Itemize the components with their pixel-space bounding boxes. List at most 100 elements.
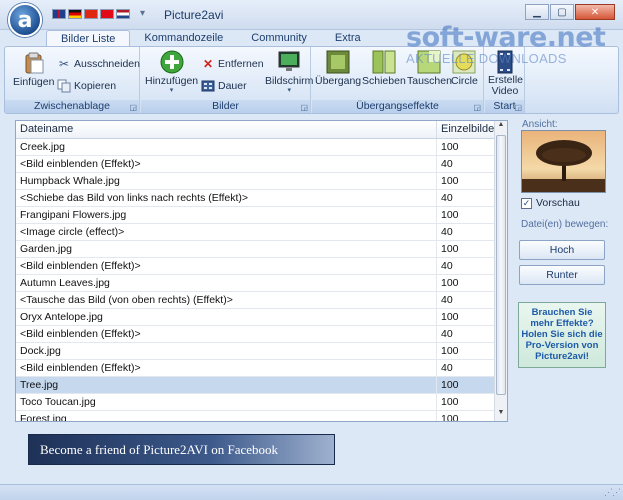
duration-button[interactable]: Dauer	[201, 79, 247, 93]
maximize-button[interactable]: ▢	[550, 4, 574, 20]
frames-cell: 100	[437, 377, 495, 393]
filename-cell: Tree.jpg	[16, 377, 437, 393]
watermark-tagline: AKTUELLE DOWNLOADS	[406, 51, 567, 66]
scrollbar-thumb[interactable]	[496, 135, 506, 395]
tab-extra[interactable]: Extra	[321, 30, 375, 46]
filename-cell: <Bild einblenden (Effekt)>	[16, 156, 437, 172]
transitions-group-label: Übergangseffekte	[312, 100, 483, 113]
table-row[interactable]: <Image circle (effect)> 40	[16, 224, 507, 241]
frames-cell: 40	[437, 224, 495, 240]
add-dropdown-icon: ▾	[169, 87, 174, 94]
column-frames[interactable]: Einzelbilder	[437, 121, 498, 138]
frames-cell: 100	[437, 241, 495, 257]
filename-cell: Forest.jpg	[16, 411, 437, 421]
filename-cell: <Bild einblenden (Effekt)>	[16, 360, 437, 376]
table-row[interactable]: Dock.jpg 100	[16, 343, 507, 360]
table-row[interactable]: Frangipani Flowers.jpg 100	[16, 207, 507, 224]
images-launcher-icon[interactable]: ◲	[300, 103, 308, 112]
paste-icon	[22, 51, 46, 75]
filename-cell: <Image circle (effect)>	[16, 224, 437, 240]
ribbon-tabs: Bilder Liste Kommandozeile Community Ext…	[46, 30, 375, 46]
table-row[interactable]: <Bild einblenden (Effekt)> 40	[16, 156, 507, 173]
frames-cell: 100	[437, 207, 495, 223]
frames-cell: 40	[437, 190, 495, 206]
table-row[interactable]: Humpback Whale.jpg 100	[16, 173, 507, 190]
copy-icon	[57, 79, 71, 93]
move-files-label: Datei(en) bewegen:	[521, 219, 609, 230]
table-row[interactable]: Garden.jpg 100	[16, 241, 507, 258]
tab-kommandozeile[interactable]: Kommandozeile	[130, 30, 237, 46]
monitor-icon	[277, 50, 301, 74]
dutch-flag-icon[interactable]	[116, 9, 130, 19]
preview-checkbox-row[interactable]: ✓ Vorschau	[521, 197, 580, 209]
add-button[interactable]: Hinzufügen ▾	[145, 50, 198, 94]
images-group: Hinzufügen ▾ ✕ Entfernen Dauer Bildschir…	[141, 47, 313, 113]
filename-cell: <Tausche das Bild (von oben rechts) (Eff…	[16, 292, 437, 308]
pro-version-promo[interactable]: Brauchen Sie mehr Effekte? Holen Sie sic…	[518, 302, 606, 368]
filename-cell: <Schiebe das Bild von links nach rechts …	[16, 190, 437, 206]
table-row[interactable]: <Bild einblenden (Effekt)> 40	[16, 326, 507, 343]
table-row[interactable]: Forest.jpg 100	[16, 411, 507, 421]
scroll-up-icon[interactable]: ▲	[495, 121, 507, 133]
preview-image	[521, 130, 606, 193]
minimize-button[interactable]: ▁	[525, 4, 549, 20]
frames-cell: 100	[437, 411, 495, 421]
screen-button[interactable]: Bildschirm ▾	[265, 50, 313, 94]
frames-cell: 100	[437, 394, 495, 410]
table-row[interactable]: <Schiebe das Bild von links nach rechts …	[16, 190, 507, 207]
remove-icon: ✕	[202, 57, 214, 71]
table-row[interactable]: <Tausche das Bild (von oben rechts) (Eff…	[16, 292, 507, 309]
table-row[interactable]: Creek.jpg 100	[16, 139, 507, 156]
frames-cell: 100	[437, 139, 495, 155]
table-row[interactable]: Toco Toucan.jpg 100	[16, 394, 507, 411]
tab-bilder-liste[interactable]: Bilder Liste	[46, 30, 131, 46]
images-group-label: Bilder	[141, 100, 310, 113]
app-menu-button[interactable]: a	[8, 3, 42, 37]
resize-grip-icon[interactable]: ⋰⋰	[604, 487, 621, 498]
add-icon	[160, 50, 184, 74]
frames-cell: 100	[437, 173, 495, 189]
table-row[interactable]: <Bild einblenden (Effekt)> 40	[16, 258, 507, 275]
turkish-flag-icon[interactable]	[100, 9, 114, 19]
move-up-button[interactable]: Hoch	[519, 240, 605, 260]
table-row[interactable]: Oryx Antelope.jpg 100	[16, 309, 507, 326]
german-flag-icon[interactable]	[68, 9, 82, 19]
filename-cell: <Bild einblenden (Effekt)>	[16, 326, 437, 342]
slide-button[interactable]: Schieben	[362, 50, 406, 87]
chinese-flag-icon[interactable]	[84, 9, 98, 19]
preview-checkbox[interactable]: ✓	[521, 197, 532, 209]
scroll-down-icon[interactable]: ▼	[495, 409, 507, 421]
frames-cell: 40	[437, 258, 495, 274]
window-title: Picture2avi	[164, 8, 224, 22]
table-row[interactable]: Tree.jpg 100	[16, 377, 507, 394]
list-scrollbar[interactable]: ▲ ▼	[494, 121, 507, 421]
quick-access-dropdown-icon[interactable]: ▾	[140, 8, 145, 19]
clipboard-launcher-icon[interactable]: ◲	[129, 103, 137, 112]
copy-button[interactable]: Kopieren	[57, 79, 116, 93]
clipboard-group: Einfügen ✂ Ausschneiden Kopieren Zwische…	[5, 47, 140, 113]
transition-button[interactable]: Übergang	[315, 50, 361, 87]
frames-cell: 100	[437, 275, 495, 291]
frames-cell: 40	[437, 326, 495, 342]
cut-button[interactable]: ✂ Ausschneiden	[57, 57, 140, 71]
remove-button[interactable]: ✕ Entfernen	[201, 57, 264, 71]
file-list[interactable]: Dateiname Einzelbilder Creek.jpg 100 <Bild…	[15, 120, 508, 422]
facebook-banner[interactable]: Become a friend of Picture2AVI on Facebo…	[28, 434, 335, 465]
column-filename[interactable]: Dateiname	[16, 121, 437, 138]
table-row[interactable]: <Bild einblenden (Effekt)> 40	[16, 360, 507, 377]
transition-icon	[326, 50, 350, 74]
english-flag-icon[interactable]	[52, 9, 66, 19]
screen-dropdown-icon: ▾	[287, 87, 291, 94]
slide-icon	[372, 50, 396, 74]
filename-cell: Creek.jpg	[16, 139, 437, 155]
filename-cell: Dock.jpg	[16, 343, 437, 359]
paste-button[interactable]: Einfügen	[13, 51, 54, 88]
transitions-launcher-icon[interactable]: ◲	[473, 103, 481, 112]
table-row[interactable]: Autumn Leaves.jpg 100	[16, 275, 507, 292]
close-button[interactable]: ✕	[575, 4, 615, 20]
frames-cell: 100	[437, 309, 495, 325]
list-header: Dateiname Einzelbilder	[16, 121, 507, 139]
start-launcher-icon[interactable]: ◲	[514, 103, 522, 112]
move-down-button[interactable]: Runter	[519, 265, 605, 285]
tab-community[interactable]: Community	[237, 30, 321, 46]
